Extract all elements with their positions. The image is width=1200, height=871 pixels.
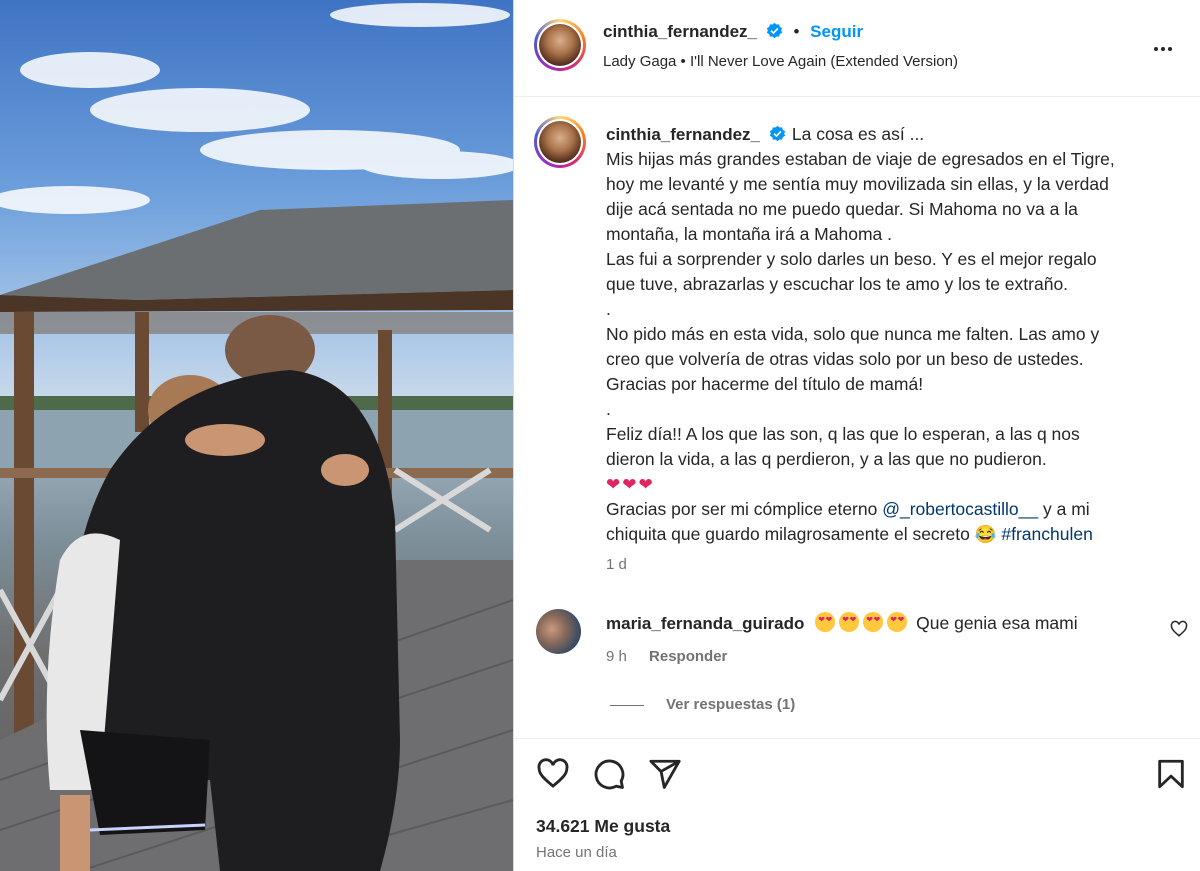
caption-line: Gracias por hacerme del título de mamá! bbox=[606, 374, 924, 394]
author-line: cinthia_fernandez_ • Seguir bbox=[603, 22, 863, 42]
caption-author-avatar[interactable] bbox=[534, 116, 586, 168]
heart-eyes-emoji bbox=[887, 612, 908, 632]
post-time[interactable]: 1 d bbox=[606, 556, 627, 573]
verified-badge-icon bbox=[766, 22, 782, 39]
caption-line: Feliz día!! A los que las son, q las que… bbox=[606, 424, 1080, 444]
post-media[interactable] bbox=[0, 0, 513, 871]
author-avatar[interactable] bbox=[534, 19, 586, 71]
caption-line: Las fui a sorprender y solo darles un be… bbox=[606, 249, 1097, 269]
heart-eyes-emoji bbox=[863, 612, 884, 632]
caption-line: No pido más en esta vida, solo que nunca… bbox=[606, 324, 1100, 344]
comment-meta: 9 h Responder bbox=[606, 648, 727, 665]
comment-like-heart-icon[interactable] bbox=[1170, 620, 1188, 638]
bookmark-icon[interactable] bbox=[1154, 757, 1188, 791]
commenter-avatar[interactable] bbox=[536, 609, 581, 654]
comment-icon[interactable] bbox=[592, 757, 626, 791]
separator-dot: • bbox=[793, 22, 800, 41]
comment-time: 9 h bbox=[606, 648, 627, 665]
caption-line: . bbox=[606, 299, 611, 319]
hashtag-link[interactable]: #franchulen bbox=[1001, 524, 1092, 544]
caption-line: dije acá sentada no me puedo quedar. Si … bbox=[606, 199, 1078, 219]
audio-link[interactable]: Lady Gaga • I'll Never Love Again (Exten… bbox=[603, 53, 958, 70]
verified-badge-icon bbox=[769, 125, 786, 142]
actions-divider bbox=[514, 738, 1200, 739]
commenter-username[interactable]: maria_fernanda_guirado bbox=[606, 614, 804, 633]
share-icon[interactable] bbox=[648, 757, 682, 791]
posted-time: Hace un día bbox=[536, 844, 617, 861]
mention-link[interactable]: @_robertocastillo__ bbox=[882, 499, 1038, 519]
view-replies-button[interactable]: Ver respuestas (1) bbox=[610, 696, 795, 713]
more-options-icon[interactable] bbox=[1154, 38, 1178, 51]
caption-line: La cosa es así ... bbox=[791, 124, 925, 144]
caption-line: Mis hijas más grandes estaban de viaje d… bbox=[606, 149, 1115, 169]
heart-eyes-emoji bbox=[815, 612, 836, 632]
like-count[interactable]: 34.621 Me gusta bbox=[536, 816, 670, 837]
caption-line: . bbox=[606, 399, 611, 419]
caption-author-username[interactable]: cinthia_fernandez_ bbox=[606, 125, 760, 144]
replies-line bbox=[610, 704, 644, 706]
author-username[interactable]: cinthia_fernandez_ bbox=[603, 22, 757, 41]
heart-eyes-emoji bbox=[839, 612, 860, 632]
comment-text: Que genia esa mami bbox=[916, 613, 1078, 633]
hearts-emoji: ❤❤❤ bbox=[606, 475, 655, 494]
caption-line: dieron la vida, a las q perdieron, y a l… bbox=[606, 449, 1047, 469]
caption-thanks-suffix: y a mi bbox=[1038, 499, 1090, 519]
post-caption: cinthia_fernandez_ La cosa es así ... Mi… bbox=[606, 122, 1166, 547]
comment-body: maria_fernanda_guirado Que genia esa mam… bbox=[606, 612, 1078, 634]
post-header: cinthia_fernandez_ • Seguir Lady Gaga • … bbox=[514, 0, 1200, 97]
caption-line: hoy me levanté y me sentía muy movilizad… bbox=[606, 174, 1109, 194]
panel-divider bbox=[513, 0, 514, 871]
post-photo bbox=[0, 3, 513, 871]
follow-button[interactable]: Seguir bbox=[810, 22, 863, 41]
heart-icon[interactable] bbox=[536, 757, 570, 791]
caption-last-line: chiquita que guardo milagrosamente el se… bbox=[606, 524, 1002, 544]
view-replies-label: Ver respuestas (1) bbox=[666, 696, 796, 713]
reply-button[interactable]: Responder bbox=[649, 648, 727, 665]
caption-line: que tuve, abrazarlas y escuchar los te a… bbox=[606, 274, 1069, 294]
caption-line: montaña, la montaña irá a Mahoma . bbox=[606, 224, 892, 244]
caption-thanks-prefix: Gracias por ser mi cómplice eterno bbox=[606, 499, 883, 519]
caption-line: creo que volvería de otras vidas solo po… bbox=[606, 349, 1084, 369]
